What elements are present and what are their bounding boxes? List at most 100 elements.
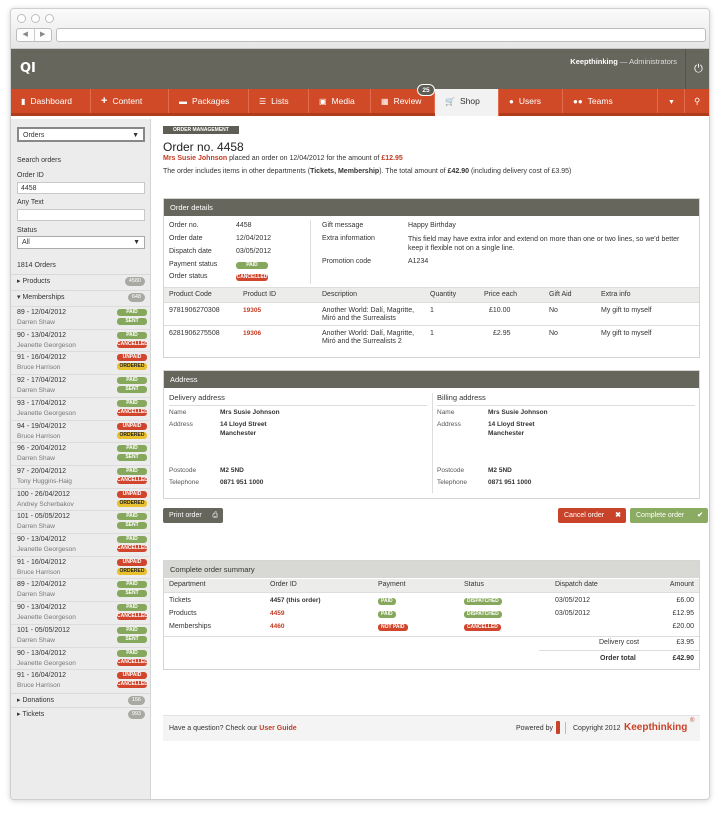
menu-users[interactable]: ● Users <box>499 89 563 113</box>
footer-question-text: Have a question? Check our <box>169 725 258 732</box>
order-list-item[interactable]: 90 - 13/04/2012 Jeanette Georgeson PAID CAN… <box>11 601 151 624</box>
address-bar[interactable] <box>56 28 706 42</box>
customer-link[interactable]: Mrs Susie Johnson <box>163 155 227 162</box>
col-header: Quantity <box>430 291 457 298</box>
category-donations[interactable]: ▸ Donations 156 <box>11 693 151 706</box>
order-list-item[interactable]: 91 - 16/04/2012 Bruce Harrison UNPAID CANCE… <box>11 669 151 692</box>
order-customer: Jeanette Georgeson <box>17 659 76 667</box>
bookmark-icon: ▮ <box>21 97 26 106</box>
minimize-window-button[interactable] <box>31 14 40 23</box>
order-intro: Mrs Susie Johnson placed an order on 12/… <box>163 155 403 162</box>
order-list-item[interactable]: 92 - 17/04/2012 Darren Shaw PAID SENT <box>11 374 151 397</box>
menu-dashboard[interactable]: ▮ Dashboard <box>11 89 91 113</box>
order-list-item[interactable]: 91 - 16/04/2012 Bruce Harrison UNPAID ORDER… <box>11 555 151 579</box>
col-header: Status <box>464 581 484 588</box>
any-text-input[interactable] <box>17 209 145 221</box>
triangle-down-icon: ▾ <box>17 294 21 301</box>
payment-badge: UNPAID <box>117 558 147 566</box>
browser-nav: ◀ ▶ <box>16 28 52 42</box>
status-badge: ORDERED <box>117 363 147 371</box>
order-list-item[interactable]: 90 - 13/04/2012 Jeanette Georgeson PAID CAN… <box>11 328 151 352</box>
maximize-window-button[interactable] <box>45 14 54 23</box>
breadcrumb[interactable]: ORDER MANAGEMENT <box>163 126 239 134</box>
order-customer: Jeanette Georgeson <box>17 546 76 553</box>
media-icon: ▣ <box>319 97 327 106</box>
forward-icon[interactable]: ▶ <box>33 29 52 41</box>
menu-label: Teams <box>587 96 613 106</box>
order-list-item[interactable]: 97 - 20/04/2012 Tony Huggins-Haig PAID CANC… <box>11 464 151 488</box>
order-list-item[interactable]: 100 - 26/04/2012 Andrey Scherbakov UNPAID O… <box>11 487 151 511</box>
table-row[interactable]: 6281906275508 19306 Another World: Dalí,… <box>164 327 699 349</box>
category-memberships[interactable]: ▾ Memberships 648 <box>11 290 151 303</box>
order-total-value: £42.90 <box>672 655 694 662</box>
keepthinking-logo[interactable]: Keepthinking <box>624 722 687 733</box>
delivery-name: Mrs Susie Johnson <box>220 409 280 416</box>
summary-order-id[interactable]: 4459 <box>270 610 284 617</box>
order-list-item[interactable]: 94 - 19/04/2012 Bruce Harrison UNPAID ORDER… <box>11 419 151 443</box>
delivery-telephone: 0871 951 1000 <box>220 479 264 486</box>
summary-order-id[interactable]: 4460 <box>270 623 284 630</box>
category-products[interactable]: ▸ Products 4580 <box>11 274 151 287</box>
order-date: 101 - 05/05/2012 <box>17 626 70 634</box>
page-title: Order no. 4458 <box>163 140 244 154</box>
order-list-item[interactable]: 101 - 05/05/2012 Darren Shaw PAID SENT <box>11 623 151 647</box>
status-label: Status <box>17 227 37 234</box>
table-row[interactable]: 9781906270308 19305 Another World: Dalí,… <box>164 304 699 326</box>
order-summary-panel: Complete order summary Department Order … <box>163 560 700 670</box>
menu-lists[interactable]: ☰ Lists <box>249 89 309 113</box>
dispatch-date-label: Dispatch date <box>169 248 212 255</box>
name-label: Name <box>169 409 187 416</box>
orders-count: 1814 Orders <box>17 262 56 269</box>
menu-content[interactable]: + Content <box>91 89 169 113</box>
order-list-item[interactable]: 96 - 20/04/2012 Darren Shaw PAID SENT <box>11 442 151 465</box>
order-id-input[interactable]: 4458 <box>17 182 145 194</box>
category-count: 648 <box>127 293 145 302</box>
order-list-item[interactable]: 89 - 12/04/2012 Darren Shaw PAID SENT <box>11 578 151 601</box>
status-badge: ORDERED <box>117 567 147 575</box>
status-select[interactable]: All ▼ <box>17 236 145 249</box>
app-logo[interactable]: QI <box>20 61 36 76</box>
promo-code-label: Promotion code <box>322 258 372 265</box>
category-tickets[interactable]: ▸ Tickets 993 <box>11 707 151 720</box>
billing-name: Mrs Susie Johnson <box>488 409 548 416</box>
caret-down-icon: ▼ <box>668 99 675 106</box>
print-order-button[interactable]: Print order ⎙ <box>163 508 223 523</box>
order-list-item[interactable]: 90 - 13/04/2012 Jeanette Georgeson PAID CAN… <box>11 646 151 670</box>
order-list-item[interactable]: 89 - 12/04/2012 Darren Shaw PAID SENT <box>11 306 151 329</box>
triangle-right-icon: ▸ <box>17 697 21 704</box>
back-icon[interactable]: ◀ <box>17 29 34 41</box>
user-name: Keepthinking <box>570 57 618 66</box>
order-list-item[interactable]: 101 - 05/05/2012 Darren Shaw PAID SENT <box>11 510 151 533</box>
menu-teams[interactable]: ●● Teams <box>563 89 658 113</box>
cancel-order-button[interactable]: Cancel order ✖ <box>558 508 626 523</box>
order-list-item[interactable]: 93 - 17/04/2012 Jeanette Georgeson PAID CAN… <box>11 396 151 420</box>
order-date: 90 - 13/04/2012 <box>17 649 67 657</box>
products-table-header: Product Code Product ID Description Quan… <box>164 287 699 303</box>
menu-packages[interactable]: ▬ Packages <box>169 89 249 113</box>
table-row[interactable]: Tickets 4457 (this order) PAID DISPATCHED 03… <box>164 595 699 608</box>
complete-order-button[interactable]: Complete order ✔ <box>630 508 708 523</box>
menu-shop[interactable]: 🛒 Shop <box>435 89 499 116</box>
product-gift-aid: No <box>549 307 558 314</box>
power-icon[interactable]: ⏻ <box>685 49 709 89</box>
table-row[interactable]: Products 4459 PAID DISPATCHED 03/05/2012 £12.… <box>164 608 699 621</box>
browser-chrome: ◀ ▶ <box>11 9 709 49</box>
order-list-item[interactable]: 91 - 16/04/2012 Bruce Harrison UNPAID ORDER… <box>11 351 151 374</box>
user-guide-link[interactable]: User Guide <box>259 725 296 732</box>
category-count: 993 <box>127 710 145 719</box>
close-window-button[interactable] <box>17 14 26 23</box>
summary-payment-badge: PAID <box>378 611 396 618</box>
product-id-link[interactable]: 19306 <box>243 330 261 337</box>
product-id-link[interactable]: 19305 <box>243 307 261 314</box>
order-intro-departments: The order includes items in other depart… <box>163 168 571 175</box>
section-select[interactable]: Orders ▼ <box>17 127 145 142</box>
search-icon[interactable]: ⚲ <box>685 89 709 113</box>
divider <box>539 650 699 651</box>
menu-more[interactable]: ▼ <box>658 89 685 113</box>
button-label: Print order <box>169 512 202 519</box>
menu-media[interactable]: ▣ Media <box>309 89 371 113</box>
table-row[interactable]: Memberships 4460 NOT PAID CANCELLED £20.00 <box>164 621 699 634</box>
order-list-item[interactable]: 90 - 13/04/2012 Jeanette Georgeson PAID CAN… <box>11 533 151 556</box>
menu-label: Users <box>518 96 542 106</box>
user-info[interactable]: Keepthinking — Administrators <box>570 57 677 66</box>
